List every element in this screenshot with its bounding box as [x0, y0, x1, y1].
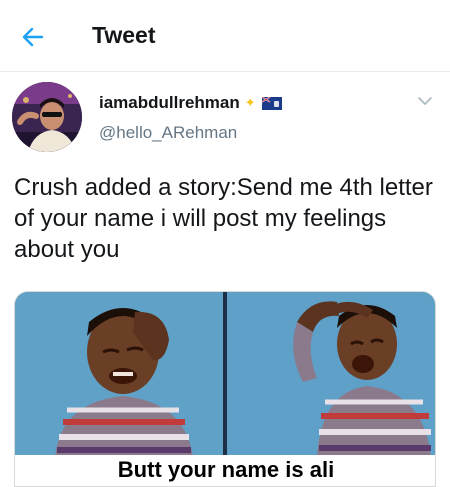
back-button[interactable] [18, 22, 48, 52]
meme-caption: Butt your name is ali [15, 455, 435, 486]
page-title: Tweet [92, 22, 156, 48]
tweet-author: iamabdullrehman ✦ @hello_ARehman [12, 82, 438, 157]
tweet-media[interactable]: Butt your name is ali [14, 291, 436, 487]
top-bar: Tweet [0, 0, 450, 72]
meme-image-right [227, 292, 435, 457]
meme-image-left [15, 292, 223, 457]
avatar-image [12, 82, 82, 152]
display-name[interactable]: iamabdullrehman [99, 93, 240, 113]
tweet-text: Crush added a story:Send me 4th letter o… [14, 174, 433, 263]
chevron-down-icon[interactable] [416, 92, 434, 110]
flag-icon [261, 96, 282, 110]
name-line: iamabdullrehman ✦ [99, 93, 282, 113]
user-handle[interactable]: @hello_ARehman [99, 123, 237, 143]
arrow-left-icon [22, 27, 44, 47]
avatar[interactable] [12, 82, 82, 152]
sparkle-icon: ✦ [244, 95, 256, 110]
